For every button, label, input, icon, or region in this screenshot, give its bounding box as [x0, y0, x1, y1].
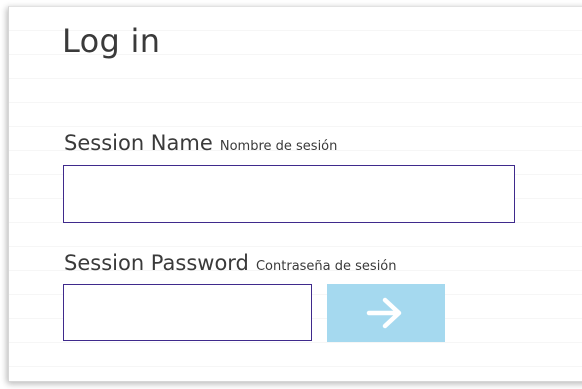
session-password-label-text: Session Password: [64, 251, 249, 275]
session-password-label: Session Password Contraseña de sesión: [64, 251, 397, 275]
session-name-input[interactable]: [63, 165, 515, 223]
arrow-right-icon: [366, 297, 402, 329]
submit-button[interactable]: [327, 284, 445, 342]
session-name-sublabel: Nombre de sesión: [219, 139, 338, 154]
session-name-label: Session Name Nombre de sesión: [64, 131, 337, 155]
session-password-sublabel: Contraseña de sesión: [255, 259, 397, 274]
page-title: Log in: [62, 22, 161, 60]
page: Log in Session Name Nombre de sesión Ses…: [0, 0, 582, 389]
session-password-input[interactable]: [63, 284, 312, 341]
session-name-label-text: Session Name: [64, 131, 213, 155]
